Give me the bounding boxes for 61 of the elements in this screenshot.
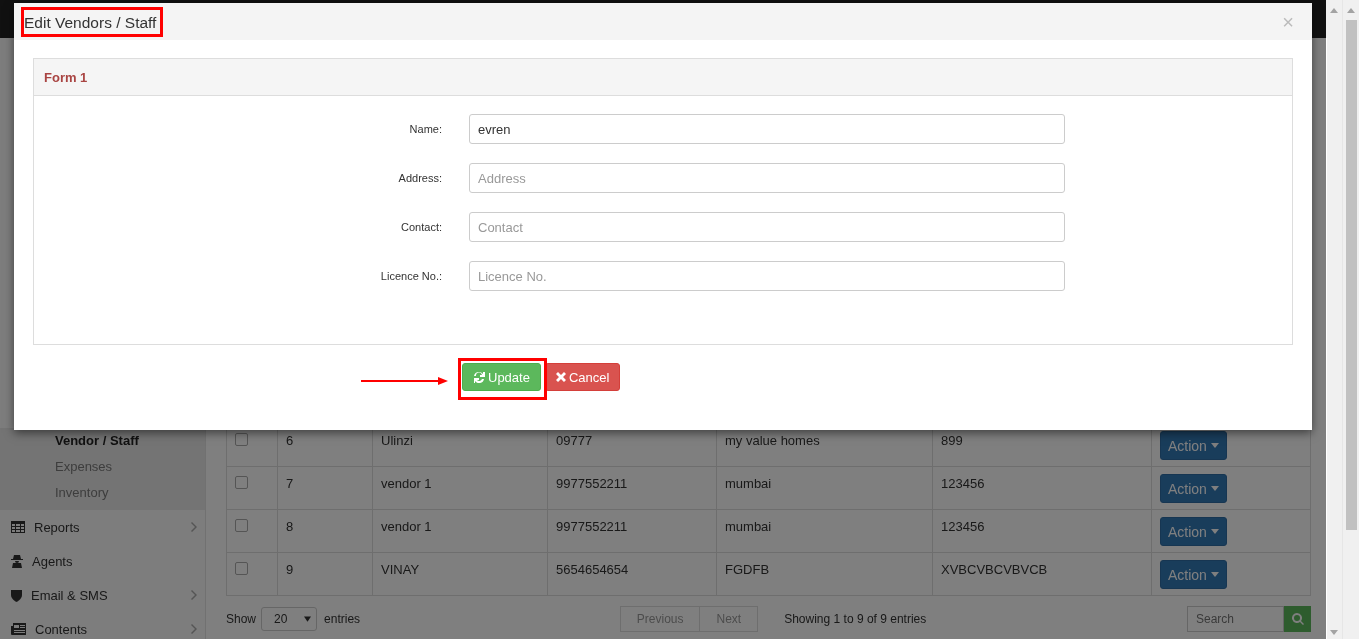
input-field[interactable]: Licence No. — [469, 261, 1065, 291]
person-icon — [11, 554, 23, 568]
field-label: Name: — [408, 123, 442, 135]
row-checkbox[interactable] — [235, 433, 248, 446]
table-cell: 8 — [277, 509, 373, 553]
caret-icon — [1210, 572, 1219, 577]
sidebar-item[interactable]: Email & SMS — [31, 587, 182, 603]
table-cell: vendor 1 — [372, 466, 548, 510]
caret-icon — [1210, 486, 1219, 491]
action-button[interactable]: Action — [1160, 431, 1227, 460]
table-cell: 123456 — [932, 509, 1152, 553]
table-cell: 9977552211 — [547, 466, 717, 510]
input-field[interactable]: Address — [469, 163, 1065, 193]
sidebar-item[interactable]: Reports — [34, 519, 182, 535]
table-cell: 5654654654 — [547, 552, 717, 596]
action-button[interactable]: Action — [1160, 517, 1227, 546]
caret-icon — [304, 616, 312, 622]
panel-heading: Form 1 — [34, 59, 1292, 96]
field-label: Contact: — [400, 221, 442, 233]
input-field[interactable]: Contact — [469, 212, 1065, 242]
update-button[interactable]: Update — [462, 363, 541, 391]
caret-icon — [1210, 529, 1219, 534]
table-cell: VINAY — [372, 552, 548, 596]
refresh-icon — [473, 371, 485, 383]
sidebar-item[interactable]: Contents — [35, 621, 182, 637]
field-label: Address: — [397, 172, 442, 184]
sidebar-subitem[interactable]: Vendor / Staff — [0, 428, 205, 454]
field-label: Licence No.: — [379, 270, 442, 282]
table-cell: vendor 1 — [372, 509, 548, 553]
table-cell: FGDFB — [716, 552, 933, 596]
table-cell: 123456 — [932, 466, 1152, 510]
table-cell: XVBCVBCVBVCB — [932, 552, 1152, 596]
show-label: Show — [226, 612, 257, 626]
row-checkbox[interactable] — [235, 519, 248, 532]
search-icon — [1291, 613, 1304, 625]
caret-icon — [1210, 443, 1219, 448]
action-button[interactable]: Action — [1160, 560, 1227, 589]
arrow-down-icon — [1329, 630, 1338, 635]
table-cell: 9 — [277, 552, 373, 596]
search-button[interactable] — [1284, 606, 1311, 632]
cancel-button[interactable]: Cancel — [544, 363, 621, 391]
sidebar-item[interactable]: Agents — [32, 553, 197, 569]
entries-info: Showing 1 to 9 of 9 entries — [784, 612, 927, 626]
modal-title: Edit Vendors / Staff — [24, 13, 157, 32]
close-button[interactable]: × — [1274, 11, 1302, 32]
entries-label: entries — [324, 612, 361, 626]
table-icon — [11, 521, 25, 533]
table-cell: mumbai — [716, 509, 933, 553]
x-icon — [555, 372, 566, 382]
row-checkbox[interactable] — [235, 476, 248, 489]
scrollbar-thumb[interactable] — [1345, 20, 1357, 530]
shield-icon — [11, 588, 22, 602]
page-size-select[interactable]: 20 — [261, 607, 318, 631]
input-field[interactable]: evren — [469, 114, 1065, 144]
row-checkbox[interactable] — [235, 562, 248, 575]
newspaper-icon — [11, 623, 26, 635]
table-cell: mumbai — [716, 466, 933, 510]
action-button[interactable]: Action — [1160, 474, 1227, 503]
table-cell: 9977552211 — [547, 509, 717, 553]
search-field[interactable]: Search — [1187, 606, 1284, 632]
table-cell: 7 — [277, 466, 373, 510]
